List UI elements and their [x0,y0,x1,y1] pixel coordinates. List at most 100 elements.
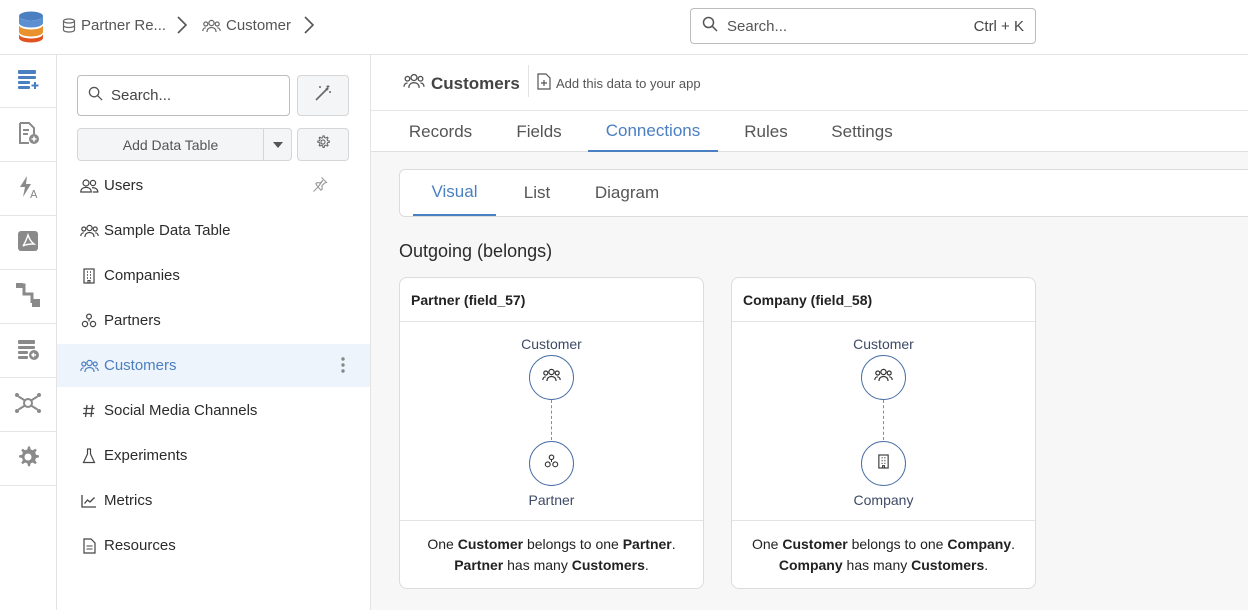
add-to-app-link[interactable]: Add this data to your app [537,73,701,93]
table-item-label: Customers [104,357,177,374]
table-settings-button[interactable] [297,128,349,161]
connection-view-tabs: Visual List Diagram [399,169,1248,217]
table-item-label: Resources [104,537,176,554]
table-item-sample-data-table[interactable]: Sample Data Table [57,209,370,252]
section-title: Outgoing (belongs) [399,241,553,261]
pdf-icon [17,230,39,257]
database-icon [62,18,76,33]
partner-icon [79,311,99,331]
from-node-label: Customer [521,336,582,352]
breadcrumb-app[interactable]: Partner Re... [62,17,166,34]
search-shortcut-hint: Ctrl + K [973,17,1024,35]
icon-rail: A [0,55,57,610]
pin-icon[interactable] [312,176,328,196]
connection-description: One Customer belongs to one Company. Com… [732,521,1035,589]
flask-icon [79,446,99,466]
main-header: Customers Add this data to your app [371,55,1248,111]
tab-records[interactable]: Records [403,111,478,152]
breadcrumb-table[interactable]: Customer [202,17,291,34]
subtab-list[interactable]: List [512,170,562,216]
description-line-2: Partner has many Customers. [454,557,649,573]
table-item-label: Social Media Channels [104,402,258,419]
table-item-label: Metrics [104,492,153,509]
search-icon [88,86,103,105]
table-item-companies[interactable]: Companies [57,254,370,297]
table-item-users[interactable]: Users [57,164,370,207]
connection-card-company: Company (field_58) Customer Company One … [731,277,1036,589]
description-line-1: One Customer belongs to one Partner. [427,536,676,552]
table-item-resources[interactable]: Resources [57,524,370,567]
tab-rules[interactable]: Rules [737,111,795,152]
breadcrumb-app-label: Partner Re... [81,17,167,34]
network-icon [14,391,42,420]
group-icon [202,19,221,33]
flash-text-icon: A [16,175,40,204]
svg-text:A: A [30,188,38,199]
global-search-placeholder: Search... [727,17,788,35]
page-title-text: Customers [431,73,520,93]
database-logo-icon[interactable] [15,10,47,44]
group-icon [542,368,561,387]
table-item-label: Sample Data Table [104,222,231,239]
from-node [529,355,574,400]
add-page-icon [16,121,40,150]
rail-pages[interactable] [0,109,56,162]
to-node [861,441,906,486]
users-icon [79,176,99,196]
table-item-partners[interactable]: Partners [57,299,370,342]
flow-icon [15,282,41,313]
document-icon [79,536,99,556]
breadcrumb-table-label: Customer [226,17,292,34]
table-search-input[interactable]: Search... [77,75,290,116]
table-item-label: Partners [104,312,161,329]
group-icon [403,73,425,94]
table-search-placeholder: Search... [111,87,172,104]
rail-api[interactable] [0,379,56,432]
chart-line-icon [79,491,99,511]
table-item-customers[interactable]: Customers [57,344,370,387]
search-icon [702,16,718,36]
from-node-label: Customer [853,336,914,352]
group-icon [79,356,99,376]
rail-integrations[interactable] [0,271,56,324]
caret-down-icon[interactable] [264,129,291,160]
main-tabs: Records Fields Connections Rules Setting… [371,111,1248,152]
rail-pdf[interactable] [0,217,56,270]
add-data-table-button[interactable]: Add Data Table [77,128,292,161]
rail-data-tables[interactable] [0,55,56,108]
building-icon [877,453,890,474]
table-item-label: Users [104,177,144,194]
connection-card-partner: Partner (field_57) Customer Partner One … [399,277,704,589]
description-line-1: One Customer belongs to one Company. [751,536,1016,552]
global-search-input[interactable]: Search... Ctrl + K [690,8,1036,44]
rail-settings[interactable] [0,433,56,486]
table-item-label: Experiments [104,447,188,464]
tab-settings[interactable]: Settings [826,111,898,152]
connection-card-title[interactable]: Company (field_58) [732,278,1035,322]
magic-wand-icon [314,84,332,107]
top-bar: Partner Re... Customer Search... Ctrl + … [0,0,1248,55]
subtab-visual[interactable]: Visual [413,170,496,216]
table-item-metrics[interactable]: Metrics [57,479,370,522]
tab-fields[interactable]: Fields [509,111,569,152]
table-item-experiments[interactable]: Experiments [57,434,370,477]
connection-description: One Customer belongs to one Partner. Par… [400,521,703,589]
add-data-table-label: Add Data Table [78,129,264,160]
gear-icon [316,135,330,154]
more-options-icon[interactable] [340,355,346,379]
import-table-icon [16,337,40,366]
group-icon [79,221,99,241]
main-panel: Customers Add this data to your app Reco… [371,55,1248,610]
connector-line [551,400,552,440]
connection-visual: Customer Partner [400,322,703,521]
connection-card-title[interactable]: Partner (field_57) [400,278,703,322]
tab-connections[interactable]: Connections [588,111,718,152]
tables-sidebar: Search... Add Data Table Users Sample Da… [57,55,371,610]
rail-flows[interactable]: A [0,163,56,216]
subtab-diagram[interactable]: Diagram [583,170,671,216]
rail-import[interactable] [0,325,56,378]
to-node-label: Company [853,492,914,508]
to-node [529,441,574,486]
magic-wand-button[interactable] [297,75,349,116]
table-item-social-media-channels[interactable]: Social Media Channels [57,389,370,432]
